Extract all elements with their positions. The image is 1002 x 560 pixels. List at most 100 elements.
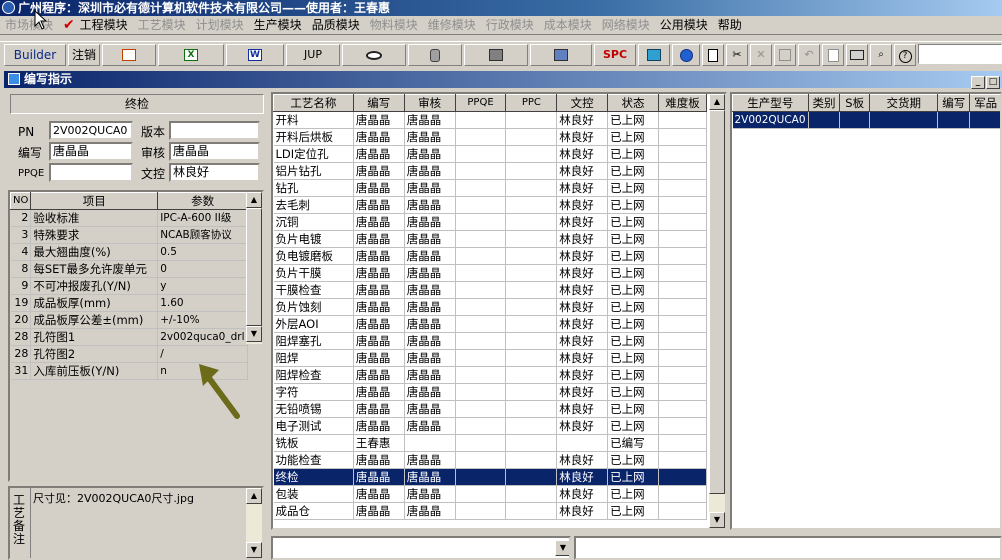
- process-row[interactable]: 功能检查 唐晶晶 唐晶晶 林良好 已上网: [273, 451, 707, 469]
- param-value[interactable]: 0.5: [157, 243, 248, 261]
- menu-item-9[interactable]: 成本模块: [539, 16, 597, 34]
- excel-button[interactable]: X: [158, 44, 224, 66]
- process-scroll-thumb[interactable]: [709, 110, 725, 494]
- process-row[interactable]: 去毛刺 唐晶晶 唐晶晶 林良好 已上网: [273, 196, 707, 214]
- menu-item-0[interactable]: 市场模块: [0, 16, 58, 34]
- process-row[interactable]: LDI定位孔 唐晶晶 唐晶晶 林良好 已上网: [273, 145, 707, 163]
- pn-field[interactable]: 2V002QUCA0: [49, 121, 133, 140]
- params-scrollbar[interactable]: ▲ ▼: [246, 192, 262, 344]
- menu-item-6[interactable]: 物料模块: [365, 16, 423, 34]
- logout-button[interactable]: 注销: [68, 44, 100, 66]
- globe-button[interactable]: [672, 44, 700, 66]
- menu-item-8[interactable]: 行政模块: [481, 16, 539, 34]
- preview-button[interactable]: [822, 44, 844, 66]
- params-header-no[interactable]: NO: [10, 192, 32, 210]
- scroll-thumb[interactable]: [246, 208, 262, 326]
- params-row[interactable]: 4 最大翘曲度(%) 0.5: [10, 243, 248, 261]
- restore-button[interactable]: □: [986, 76, 1000, 89]
- menu-item-5[interactable]: 品质模块: [307, 16, 365, 34]
- process-row[interactable]: 终检 唐晶晶 唐晶晶 林良好 已上网: [273, 468, 707, 486]
- find-button[interactable]: ⌕: [870, 44, 892, 66]
- scroll-up-icon[interactable]: ▲: [246, 192, 262, 208]
- process-row[interactable]: 阻焊塞孔 唐晶晶 唐晶晶 林良好 已上网: [273, 332, 707, 350]
- param-value[interactable]: 2v002quca0_drl: [157, 328, 248, 346]
- menu-item-10[interactable]: 网络模块: [597, 16, 655, 34]
- params-row[interactable]: 28 孔符图1 2v002quca0_drl: [10, 328, 248, 346]
- process-scroll-up-icon[interactable]: ▲: [709, 94, 725, 110]
- jup-button[interactable]: JUP: [286, 44, 340, 66]
- process-header-ppqe[interactable]: PPQE: [454, 94, 507, 112]
- menu-item-3[interactable]: 计划模块: [191, 16, 249, 34]
- database-button[interactable]: [408, 44, 462, 66]
- bottom-scroll-down-icon[interactable]: ▼: [555, 540, 569, 556]
- version-field[interactable]: [169, 121, 260, 140]
- process-row[interactable]: 负片蚀刻 唐晶晶 唐晶晶 林良好 已上网: [273, 298, 707, 316]
- remark-text[interactable]: 尺寸见：2V002QUCA0尺寸.jpg: [30, 488, 244, 558]
- remark-scroll-up-icon[interactable]: ▲: [246, 488, 262, 504]
- cut-button[interactable]: ✂: [726, 44, 748, 66]
- params-row[interactable]: 2 验收标准 IPC-A-600 II级: [10, 209, 248, 227]
- process-row[interactable]: 外层AOI 唐晶晶 唐晶晶 林良好 已上网: [273, 315, 707, 333]
- author-field[interactable]: 唐晶晶: [49, 142, 133, 161]
- process-header-doc[interactable]: 文控: [556, 94, 609, 112]
- process-row[interactable]: 包装 唐晶晶 唐晶晶 林良好 已上网: [273, 485, 707, 503]
- param-value[interactable]: 1.60: [157, 294, 248, 312]
- bottom-memo-right[interactable]: [574, 536, 1002, 560]
- bottom-memo-left[interactable]: ▼: [271, 536, 571, 560]
- product-header-delivery[interactable]: 交货期: [869, 94, 939, 112]
- param-value[interactable]: 0: [157, 260, 248, 278]
- process-row[interactable]: 钻孔 唐晶晶 唐晶晶 林良好 已上网: [273, 179, 707, 197]
- param-value[interactable]: NCAB顾客协议: [157, 226, 248, 244]
- params-row[interactable]: 19 成品板厚(mm) 1.60: [10, 294, 248, 312]
- delete-button[interactable]: ✕: [750, 44, 772, 66]
- params-row[interactable]: 8 每SET最多允许废单元 0: [10, 260, 248, 278]
- process-row[interactable]: 负片干膜 唐晶晶 唐晶晶 林良好 已上网: [273, 264, 707, 282]
- menu-item-7[interactable]: 维修模块: [423, 16, 481, 34]
- product-header-model[interactable]: 生产型号: [732, 94, 809, 112]
- param-value[interactable]: +/-10%: [157, 311, 248, 329]
- process-row[interactable]: 阻焊 唐晶晶 唐晶晶 林良好 已上网: [273, 349, 707, 367]
- process-header-ppc[interactable]: PPC: [505, 94, 558, 112]
- process-scrollbar[interactable]: ▲ ▼: [709, 94, 725, 528]
- builder-button[interactable]: Builder: [4, 44, 66, 66]
- print-button[interactable]: [846, 44, 868, 66]
- process-row[interactable]: 铣板 王春惠 已编写: [273, 434, 707, 452]
- remark-scrollbar[interactable]: ▲ ▼: [246, 488, 262, 558]
- menu-item-12[interactable]: 帮助: [713, 16, 747, 34]
- ppqe-field[interactable]: [49, 163, 133, 182]
- eye-button[interactable]: [342, 44, 406, 66]
- process-row[interactable]: 开料后烘板 唐晶晶 唐晶晶 林良好 已上网: [273, 128, 707, 146]
- menu-item-1[interactable]: ✔ 工程模块: [58, 16, 133, 34]
- params-header-item[interactable]: 项目: [30, 192, 159, 210]
- product-header-military[interactable]: 军品: [969, 94, 1000, 112]
- process-header-author[interactable]: 编写: [352, 94, 405, 112]
- product-row[interactable]: 2V002QUCA0: [732, 111, 1000, 129]
- undo-button[interactable]: ↶: [798, 44, 820, 66]
- product-header-author[interactable]: 编写: [937, 94, 971, 112]
- process-header-status[interactable]: 状态: [607, 94, 659, 112]
- process-row[interactable]: 干膜检查 唐晶晶 唐晶晶 林良好 已上网: [273, 281, 707, 299]
- process-row[interactable]: 开料 唐晶晶 唐晶晶 林良好 已上网: [273, 111, 707, 129]
- help-button[interactable]: ?: [894, 44, 916, 66]
- powerpoint-button[interactable]: [102, 44, 156, 66]
- package-button[interactable]: [638, 44, 670, 66]
- params-row[interactable]: 3 特殊要求 NCAB顾客协议: [10, 226, 248, 244]
- params-row[interactable]: 28 孔符图2/: [10, 345, 248, 363]
- param-value[interactable]: IPC-A-600 II级: [157, 209, 248, 227]
- params-row[interactable]: 9 不可冲报废孔(Y/N) y: [10, 277, 248, 295]
- monitor-button[interactable]: [530, 44, 592, 66]
- menu-item-2[interactable]: 工艺模块: [133, 16, 191, 34]
- process-row[interactable]: 电子测试 唐晶晶 唐晶晶 林良好 已上网: [273, 417, 707, 435]
- review-field[interactable]: 唐晶晶: [169, 142, 260, 161]
- process-scroll-down-icon[interactable]: ▼: [709, 512, 725, 528]
- toolbar-input[interactable]: [918, 44, 1002, 64]
- process-row[interactable]: 沉铜 唐晶晶 唐晶晶 林良好 已上网: [273, 213, 707, 231]
- params-header-value[interactable]: 参数: [157, 192, 248, 210]
- scroll-down-icon[interactable]: ▼: [246, 326, 262, 342]
- product-header-type[interactable]: 类别: [807, 94, 841, 112]
- spc-button[interactable]: SPC: [594, 44, 636, 66]
- menu-item-4[interactable]: 生产模块: [249, 16, 307, 34]
- process-row[interactable]: 字符 唐晶晶 唐晶晶 林良好 已上网: [273, 383, 707, 401]
- process-header-difficulty[interactable]: 难度板: [658, 94, 707, 112]
- process-header-name[interactable]: 工艺名称: [273, 94, 354, 112]
